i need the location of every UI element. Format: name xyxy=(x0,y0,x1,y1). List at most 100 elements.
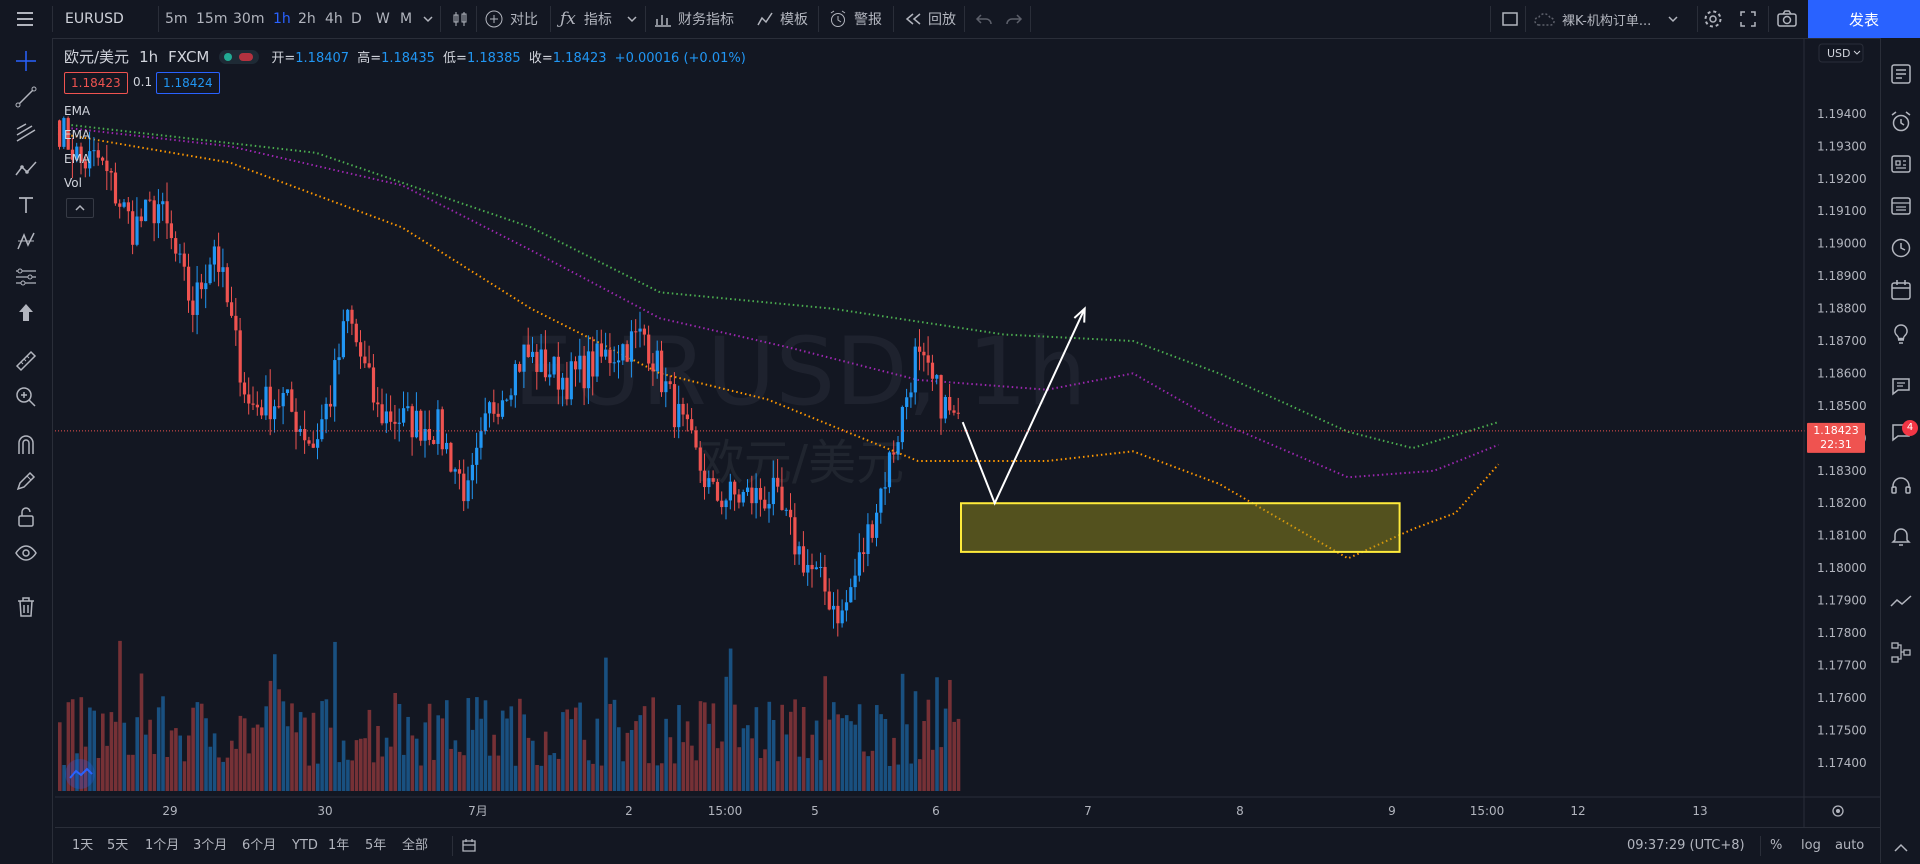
collapse-legend-button[interactable] xyxy=(66,198,94,218)
zoom-in-icon[interactable] xyxy=(14,385,38,409)
volume-bar xyxy=(535,764,539,791)
ruler-icon[interactable] xyxy=(14,349,38,373)
timeframe-5m[interactable]: 5m xyxy=(165,0,188,38)
zone-rect[interactable] xyxy=(960,502,1401,553)
candle-body xyxy=(574,361,578,370)
market-status[interactable] xyxy=(219,49,260,64)
layout-selector[interactable]: 裸K-机构订单... xyxy=(1534,0,1679,38)
gear-icon[interactable] xyxy=(1702,0,1724,38)
sell-price-box[interactable]: 1.18423 xyxy=(64,72,128,94)
bottom-toolbar: 1天 5天 1个月 3个月 6个月 YTD 1年 5年 全部 09:37:29 (UTC+8) … xyxy=(55,827,1880,864)
axis-settings-icon[interactable] xyxy=(1832,805,1844,817)
demand-zone[interactable] xyxy=(960,502,1401,553)
candle-body xyxy=(479,431,483,448)
network-icon[interactable] xyxy=(1889,640,1913,664)
projection-icon[interactable] xyxy=(14,229,38,253)
timeframe-30m[interactable]: 30m xyxy=(233,0,264,38)
pair-name[interactable]: 欧元/美元 xyxy=(64,46,129,67)
volume-bar xyxy=(423,722,428,791)
news-icon[interactable] xyxy=(1889,152,1913,176)
range-button-2[interactable]: 1个月 xyxy=(145,828,179,864)
timeframe-2h[interactable]: 2h xyxy=(298,0,316,38)
lightbulb-icon[interactable] xyxy=(1889,322,1913,346)
logo-icon[interactable] xyxy=(65,759,95,789)
candle-type-icon[interactable] xyxy=(450,0,470,38)
percent-toggle[interactable]: % xyxy=(1770,828,1782,864)
range-button-5[interactable]: YTD xyxy=(292,828,318,864)
eye-icon[interactable] xyxy=(14,541,38,565)
buy-price-box[interactable]: 1.18424 xyxy=(156,72,220,94)
magnet-icon[interactable] xyxy=(14,433,38,457)
alerts-button[interactable]: 警报 xyxy=(828,0,882,38)
financials-button[interactable]: 财务指标 xyxy=(654,0,734,38)
trend-line-icon[interactable] xyxy=(1889,590,1913,614)
undo-icon[interactable] xyxy=(975,0,993,38)
range-button-8[interactable]: 全部 xyxy=(402,828,428,864)
volume-bar xyxy=(135,717,139,791)
trash-icon[interactable] xyxy=(14,595,38,619)
chevron-up-icon[interactable] xyxy=(1889,836,1913,860)
headset-icon[interactable] xyxy=(1889,474,1913,498)
measure-lines-icon[interactable] xyxy=(14,265,38,289)
pencil-lock-icon[interactable] xyxy=(14,469,38,493)
volume-bar xyxy=(255,724,260,791)
crosshair-icon[interactable] xyxy=(14,49,38,73)
range-button-4[interactable]: 6个月 xyxy=(242,828,276,864)
trend-line-icon[interactable] xyxy=(14,85,38,109)
time-tick: 12 xyxy=(1570,804,1585,818)
indicator-ema-2[interactable]: EMA xyxy=(64,128,90,142)
candle-body xyxy=(328,403,333,407)
templates-button[interactable]: 模板 xyxy=(756,0,808,38)
candle-body xyxy=(952,410,956,413)
lock-icon[interactable] xyxy=(14,505,38,529)
arrow-up-icon[interactable] xyxy=(14,301,38,325)
data-window-icon[interactable] xyxy=(1889,194,1913,218)
bell-icon[interactable] xyxy=(1889,524,1913,548)
compare-button[interactable]: 对比 xyxy=(484,0,538,38)
goto-date-icon[interactable] xyxy=(460,837,478,855)
text-icon[interactable] xyxy=(14,193,38,217)
indicator-volume[interactable]: Vol xyxy=(64,176,82,190)
chevron-down-icon[interactable] xyxy=(422,0,434,38)
timeframe-15m[interactable]: 15m xyxy=(196,0,227,38)
calendar-icon[interactable] xyxy=(1889,278,1913,302)
symbol-search[interactable]: EURUSD xyxy=(65,0,124,38)
timeframe-d[interactable]: D xyxy=(351,0,362,38)
time-axis[interactable]: 29 30 7月 2 15:00 5 6 7 8 9 15:00 12 13 xyxy=(162,804,1707,818)
indicator-ema-1[interactable]: EMA xyxy=(64,104,90,118)
currency-selector[interactable]: USD xyxy=(1818,43,1864,63)
timeframe-1h[interactable]: 1h xyxy=(273,0,291,38)
timeframe-4h[interactable]: 4h xyxy=(325,0,343,38)
history-icon[interactable] xyxy=(1889,236,1913,260)
market-open-dot xyxy=(224,52,233,61)
fib-icon[interactable] xyxy=(14,121,38,145)
range-button-7[interactable]: 5年 xyxy=(365,828,386,864)
redo-icon[interactable] xyxy=(1005,0,1023,38)
alarm-icon[interactable] xyxy=(1889,110,1913,134)
range-button-3[interactable]: 3个月 xyxy=(193,828,227,864)
layout-square-icon[interactable] xyxy=(1500,0,1520,38)
log-toggle[interactable]: log xyxy=(1801,828,1821,864)
candle-body xyxy=(268,386,272,420)
camera-icon[interactable] xyxy=(1776,0,1798,38)
indicator-ema-3[interactable]: EMA xyxy=(64,152,90,166)
pattern-icon[interactable] xyxy=(14,157,38,181)
plus-circle-icon xyxy=(485,10,503,28)
price-chart[interactable]: EURUSD, 1h 欧元/美元 1.19400 1.19300 1.19200 1.… xyxy=(55,39,1880,827)
watchlist-icon[interactable] xyxy=(1889,62,1913,86)
volume-bar xyxy=(389,746,393,791)
timeframe-m[interactable]: M xyxy=(400,0,412,38)
timeframe-w[interactable]: W xyxy=(376,0,390,38)
clock[interactable]: 09:37:29 (UTC+8) xyxy=(1627,828,1745,864)
replay-button[interactable]: 回放 xyxy=(904,0,956,38)
fullscreen-icon[interactable] xyxy=(1738,0,1758,38)
range-button-1[interactable]: 5天 xyxy=(107,828,128,864)
indicators-button[interactable]: ƒx 指标 xyxy=(560,0,638,38)
auto-toggle[interactable]: auto xyxy=(1835,828,1864,864)
menu-icon[interactable] xyxy=(14,0,36,38)
chat-icon[interactable] xyxy=(1889,374,1913,398)
delay-indicator xyxy=(239,52,254,61)
range-button-6[interactable]: 1年 xyxy=(328,828,349,864)
publish-button[interactable]: 发表 xyxy=(1808,0,1920,38)
range-button-0[interactable]: 1天 xyxy=(72,828,93,864)
